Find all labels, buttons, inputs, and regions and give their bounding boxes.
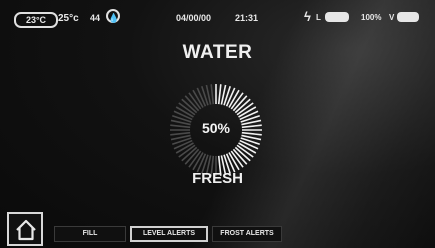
battery-percent: 100% (361, 13, 382, 22)
power-label: L (316, 13, 321, 22)
inside-temp-badge: 23°C (14, 12, 58, 28)
tab-frost-alerts[interactable]: FROST ALERTS (212, 226, 282, 242)
humidity-value: 44 (90, 13, 101, 23)
tab-fill-label: FILL (82, 230, 98, 237)
plug-icon: ϟ (304, 9, 311, 24)
tank-type-label: FRESH (192, 170, 243, 187)
page-title: WATER (182, 42, 253, 63)
home-button[interactable] (7, 212, 43, 246)
status-bar: 23°C 25°c 44 💧 04/00/00 21:31 ϟ L 100% V (0, 0, 435, 32)
battery-icon (325, 12, 349, 22)
gauge-tick (210, 84, 215, 105)
date-display: 04/00/00 (176, 13, 212, 23)
water-drop-icon: 💧 (106, 9, 120, 23)
gauge-tick (217, 84, 222, 105)
battery-level-icon (397, 12, 419, 22)
outside-temp-value: 25°c (58, 13, 79, 24)
battery-label: V (389, 13, 395, 22)
home-icon (16, 219, 36, 241)
tab-level-alerts[interactable]: LEVEL ALERTS (130, 226, 208, 242)
tab-level-alerts-label: LEVEL ALERTS (142, 230, 196, 237)
inside-temp-value: 23°C (25, 15, 47, 25)
tab-fill[interactable]: FILL (54, 226, 126, 242)
gauge-percent: 50% (201, 120, 231, 136)
time-display: 21:31 (235, 13, 259, 23)
tab-frost-alerts-label: FROST ALERTS (220, 230, 274, 237)
